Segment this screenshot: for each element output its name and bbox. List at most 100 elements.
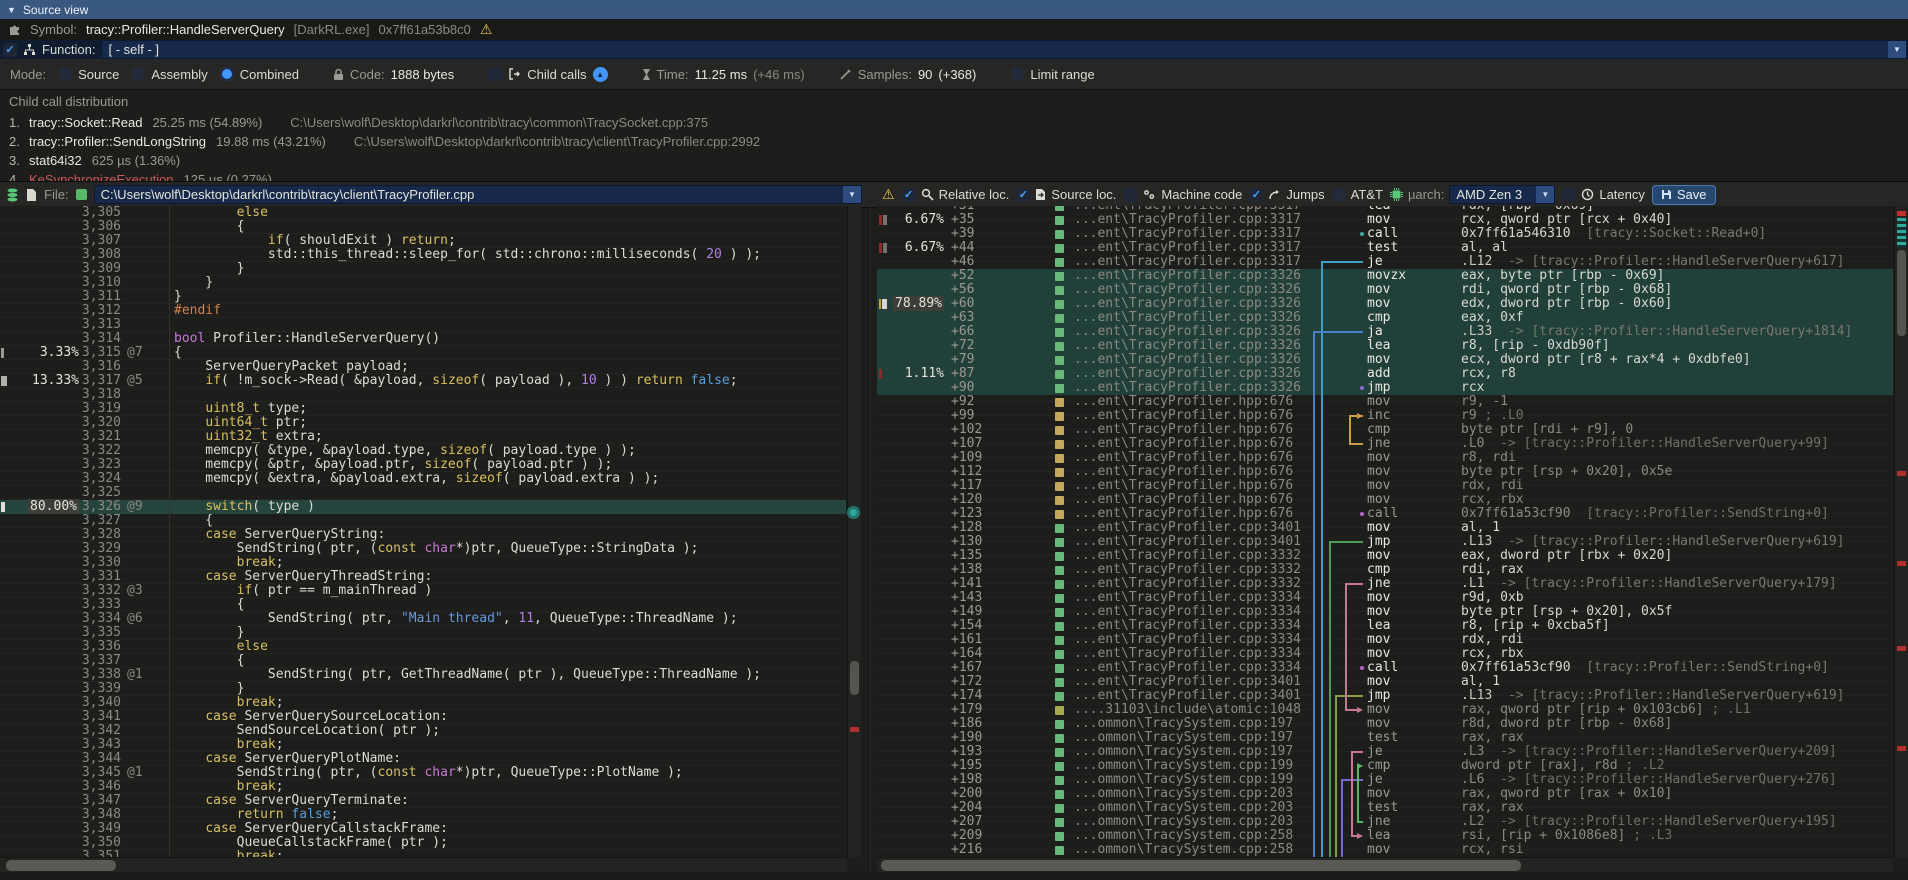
- source-line[interactable]: 3,334@6 SendString( ptr, "Main thread", …: [0, 612, 846, 626]
- asm-row[interactable]: +154...ent\TracyProfiler.cpp:3334lear8, …: [877, 619, 1893, 633]
- asm-row[interactable]: +149...ent\TracyProfiler.cpp:3334movbyte…: [877, 605, 1893, 619]
- scrollbar-thumb[interactable]: [881, 860, 1521, 871]
- asm-row[interactable]: +198...ommon\TracySystem.cpp:199je.L6 ->…: [877, 773, 1893, 787]
- asm-row[interactable]: +66...ent\TracyProfiler.cpp:3326ja.L33 -…: [877, 325, 1893, 339]
- assembly-horizontal-scrollbar[interactable]: [877, 857, 1893, 873]
- source-line[interactable]: 3,336 else: [0, 640, 846, 654]
- jumps-checkbox[interactable]: ✓: [1249, 188, 1263, 202]
- child-call-item[interactable]: 2.tracy::Profiler::SendLongString19.88 m…: [9, 132, 1908, 151]
- source-line[interactable]: 3,311}: [0, 290, 846, 304]
- asm-source-location[interactable]: ....31103\include\atomic:1048: [1074, 703, 1301, 717]
- radio-icon[interactable]: [220, 67, 234, 81]
- asm-row[interactable]: +117...ent\TracyProfiler.hpp:676movrdx, …: [877, 479, 1893, 493]
- source-line[interactable]: 3,323 memcpy( &ptr, &payload.ptr, sizeof…: [0, 458, 846, 472]
- save-button[interactable]: Save: [1652, 185, 1716, 205]
- asm-row[interactable]: +216...ommon\TracySystem.cpp:258movrcx, …: [877, 843, 1893, 857]
- source-line[interactable]: 3,325: [0, 486, 846, 500]
- scrollbar-thumb[interactable]: [1897, 250, 1906, 336]
- asm-row[interactable]: +193...ommon\TracySystem.cpp:197je.L3 ->…: [877, 745, 1893, 759]
- source-line[interactable]: 3,349 case ServerQueryCallstackFrame:: [0, 822, 846, 836]
- asm-source-location[interactable]: ...ent\TracyProfiler.cpp:3401: [1074, 675, 1301, 689]
- source-line[interactable]: 3,322 memcpy( &type, &payload.type, size…: [0, 444, 846, 458]
- source-line[interactable]: 3.33%3,315@7{: [0, 346, 846, 360]
- source-line[interactable]: 3,341 case ServerQuerySourceLocation:: [0, 710, 846, 724]
- latency-toggle[interactable]: Latency: [1562, 187, 1645, 202]
- asm-row[interactable]: +92...ent\TracyProfiler.hpp:676movr9, -1: [877, 395, 1893, 409]
- asm-source-location[interactable]: ...ent\TracyProfiler.cpp:3326: [1074, 297, 1301, 311]
- source-line[interactable]: 13.33%3,317@5 if( !m_sock->Read( &payloa…: [0, 374, 846, 388]
- source-line[interactable]: 3,345@1 SendString( ptr, (const char*)pt…: [0, 766, 846, 780]
- scrollbar-thumb[interactable]: [850, 661, 859, 695]
- asm-source-location[interactable]: ...ommon\TracySystem.cpp:199: [1074, 773, 1293, 787]
- source-line[interactable]: 3,327 {: [0, 514, 846, 528]
- asm-row[interactable]: +200...ommon\TracySystem.cpp:203movrax, …: [877, 787, 1893, 801]
- pane-splitter[interactable]: [870, 206, 871, 880]
- asm-source-location[interactable]: ...ent\TracyProfiler.cpp:3334: [1074, 591, 1301, 605]
- asm-row[interactable]: +107...ent\TracyProfiler.hpp:676jne.L0 -…: [877, 437, 1893, 451]
- asm-row[interactable]: +112...ent\TracyProfiler.hpp:676movbyte …: [877, 465, 1893, 479]
- asm-source-location[interactable]: ...ommon\TracySystem.cpp:203: [1074, 801, 1293, 815]
- asm-source-location[interactable]: ...ent\TracyProfiler.cpp:3326: [1074, 269, 1301, 283]
- asm-row[interactable]: +99...ent\TracyProfiler.hpp:676incr9 ; .…: [877, 409, 1893, 423]
- asm-source-location[interactable]: ...ent\TracyProfiler.cpp:3317: [1074, 255, 1301, 269]
- relative-loc-checkbox[interactable]: ✓: [902, 188, 916, 202]
- function-checkbox[interactable]: ✓: [3, 43, 17, 57]
- source-line[interactable]: 3,307 if( shouldExit ) return;: [0, 234, 846, 248]
- asm-row[interactable]: +143...ent\TracyProfiler.cpp:3334movr9d,…: [877, 591, 1893, 605]
- asm-row[interactable]: +190...ommon\TracySystem.cpp:197testrax,…: [877, 731, 1893, 745]
- asm-row[interactable]: 6.67%+44...ent\TracyProfiler.cpp:3317tes…: [877, 241, 1893, 255]
- scrollbar-thumb[interactable]: [6, 860, 116, 871]
- collapse-icon[interactable]: ▼: [7, 5, 16, 15]
- asm-source-location[interactable]: ...ent\TracyProfiler.hpp:676: [1074, 479, 1293, 493]
- asm-row[interactable]: +209...ommon\TracySystem.cpp:258learsi, …: [877, 829, 1893, 843]
- mode-option-combined[interactable]: Combined: [220, 67, 299, 82]
- asm-row[interactable]: +90...ent\TracyProfiler.cpp:3326jmprcx: [877, 381, 1893, 395]
- asm-row[interactable]: +46...ent\TracyProfiler.cpp:3317je.L12 -…: [877, 255, 1893, 269]
- asm-source-location[interactable]: ...ommon\TracySystem.cpp:199: [1074, 759, 1293, 773]
- title-bar[interactable]: ▼ Source view: [0, 1, 1908, 19]
- asm-source-location[interactable]: ...ent\TracyProfiler.cpp:3332: [1074, 563, 1301, 577]
- asm-source-location[interactable]: ...ent\TracyProfiler.cpp:3326: [1074, 367, 1301, 381]
- source-line[interactable]: 3,312#endif: [0, 304, 846, 318]
- asm-source-location[interactable]: ...ent\TracyProfiler.cpp:3326: [1074, 353, 1301, 367]
- asm-source-location[interactable]: ...ent\TracyProfiler.hpp:676: [1074, 395, 1293, 409]
- asm-row[interactable]: +63...ent\TracyProfiler.cpp:3326cmpeax, …: [877, 311, 1893, 325]
- source-line[interactable]: 3,347 case ServerQueryTerminate:: [0, 794, 846, 808]
- asm-row[interactable]: +52...ent\TracyProfiler.cpp:3326movzxeax…: [877, 269, 1893, 283]
- machine-code-toggle[interactable]: Machine code: [1123, 187, 1242, 202]
- source-line[interactable]: 3,305 else: [0, 206, 846, 220]
- source-line[interactable]: 3,333 {: [0, 598, 846, 612]
- source-line[interactable]: 3,310 }: [0, 276, 846, 290]
- asm-source-location[interactable]: ...ent\TracyProfiler.cpp:3332: [1074, 549, 1301, 563]
- asm-row[interactable]: 6.67%+35...ent\TracyProfiler.cpp:3317mov…: [877, 213, 1893, 227]
- scroll-sync-grip[interactable]: [847, 506, 860, 519]
- machine-code-checkbox[interactable]: [1123, 188, 1137, 202]
- att-radio[interactable]: [1332, 188, 1346, 202]
- asm-source-location[interactable]: ...ent\TracyProfiler.hpp:676: [1074, 507, 1293, 521]
- asm-source-location[interactable]: ...ent\TracyProfiler.hpp:676: [1074, 493, 1293, 507]
- asm-source-location[interactable]: ...ommon\TracySystem.cpp:203: [1074, 787, 1293, 801]
- source-loc-toggle[interactable]: ✓ Source loc.: [1016, 187, 1116, 202]
- asm-row[interactable]: +179....31103\include\atomic:1048movrax,…: [877, 703, 1893, 717]
- asm-source-location[interactable]: ...ent\TracyProfiler.cpp:3401: [1074, 535, 1301, 549]
- source-vertical-scrollbar[interactable]: [847, 206, 861, 857]
- child-call-item[interactable]: 1.tracy::Socket::Read25.25 ms (54.89%)C:…: [9, 113, 1908, 132]
- source-line[interactable]: 3,339 }: [0, 682, 846, 696]
- source-line[interactable]: 3,329 SendString( ptr, (const char*)ptr,…: [0, 542, 846, 556]
- jumps-toggle[interactable]: ✓ Jumps: [1249, 187, 1324, 202]
- relative-loc-toggle[interactable]: ✓ Relative loc.: [902, 187, 1010, 202]
- asm-row[interactable]: +174...ent\TracyProfiler.cpp:3401jmp.L13…: [877, 689, 1893, 703]
- source-line[interactable]: 3,338@1 SendString( ptr, GetThreadName( …: [0, 668, 846, 682]
- source-line[interactable]: 3,313: [0, 318, 846, 332]
- source-line[interactable]: 3,330 break;: [0, 556, 846, 570]
- radio-icon[interactable]: [58, 67, 72, 81]
- asm-row[interactable]: 78.89%+60...ent\TracyProfiler.cpp:3326mo…: [877, 297, 1893, 311]
- source-line[interactable]: 3,321 uint32_t extra;: [0, 430, 846, 444]
- source-line[interactable]: 3,331 case ServerQueryThreadString:: [0, 570, 846, 584]
- asm-source-location[interactable]: ...ent\TracyProfiler.cpp:3317: [1074, 213, 1301, 227]
- asm-source-location[interactable]: ...ent\TracyProfiler.hpp:676: [1074, 451, 1293, 465]
- file-dropdown[interactable]: C:\Users\wolf\Desktop\darkrl\contrib\tra…: [94, 185, 862, 204]
- asm-row[interactable]: +167...ent\TracyProfiler.cpp:3334call0x7…: [877, 661, 1893, 675]
- source-line[interactable]: 3,343 break;: [0, 738, 846, 752]
- source-line[interactable]: 3,324 memcpy( &extra, &payload.extra, si…: [0, 472, 846, 486]
